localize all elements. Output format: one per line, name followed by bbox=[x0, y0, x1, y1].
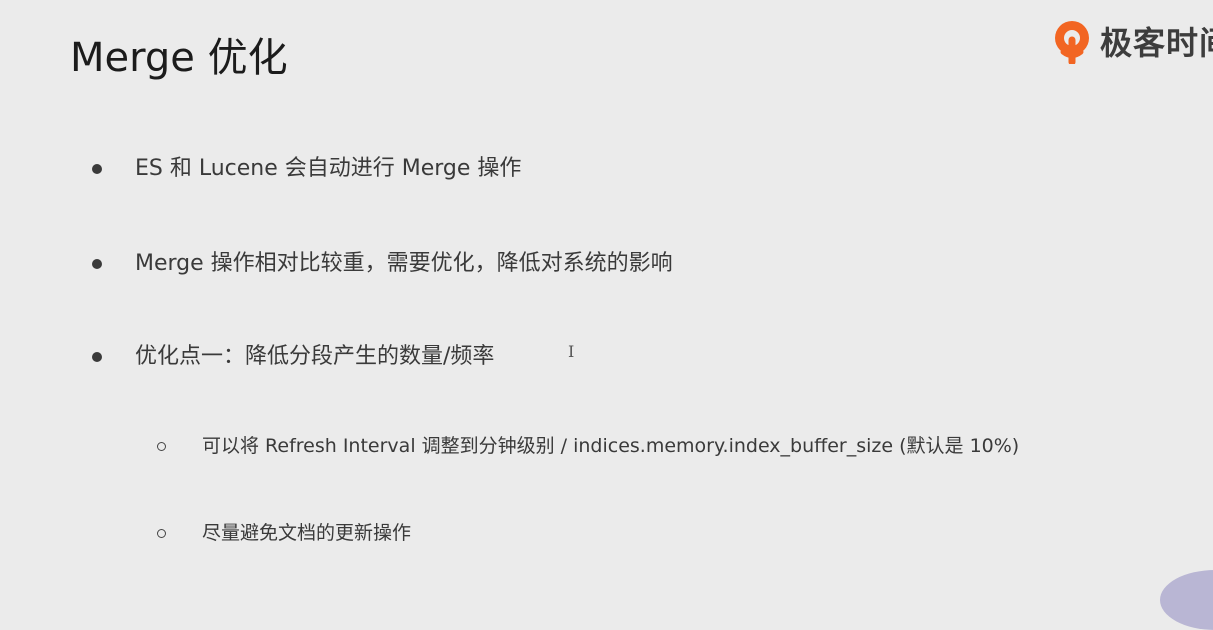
slide-title: Merge 优化 bbox=[70, 35, 288, 81]
geektime-logo-icon bbox=[1055, 21, 1089, 64]
text-cursor-icon: I bbox=[568, 342, 575, 361]
bullet-item: ES 和 Lucene 会自动进行 Merge 操作 bbox=[135, 154, 521, 184]
corner-decoration bbox=[1160, 570, 1213, 630]
slide: Merge 优化 极客时间 ES 和 Lucene 会自动进行 Merge 操作… bbox=[0, 0, 1213, 630]
bullet-item: 优化点一：降低分段产生的数量/频率 bbox=[135, 342, 494, 372]
bullet-item: Merge 操作相对比较重，需要优化，降低对系统的影响 bbox=[135, 249, 673, 279]
sub-bullet-ring-icon bbox=[157, 442, 166, 451]
brand-logo: 极客时间 bbox=[1052, 16, 1213, 66]
sub-bullet-text: 可以将 Refresh Interval 调整到分钟级别 / indices.m… bbox=[202, 435, 1020, 457]
bullet-text: 优化点一：降低分段产生的数量/频率 bbox=[135, 344, 495, 369]
bullet-dot-icon bbox=[92, 352, 102, 362]
bullet-dot-icon bbox=[92, 164, 102, 174]
bullet-text: Merge 操作相对比较重，需要优化，降低对系统的影响 bbox=[135, 251, 673, 276]
logo-text: 极客时间 bbox=[1100, 24, 1213, 62]
sub-bullet-text: 尽量避免文档的更新操作 bbox=[202, 522, 412, 544]
sub-bullet-item: 可以将 Refresh Interval 调整到分钟级别 / indices.m… bbox=[202, 432, 1019, 460]
sub-bullet-item: 尽量避免文档的更新操作 bbox=[202, 519, 411, 547]
bullet-text: ES 和 Lucene 会自动进行 Merge 操作 bbox=[135, 156, 522, 181]
sub-bullet-ring-icon bbox=[157, 529, 166, 538]
bullet-dot-icon bbox=[92, 259, 102, 269]
